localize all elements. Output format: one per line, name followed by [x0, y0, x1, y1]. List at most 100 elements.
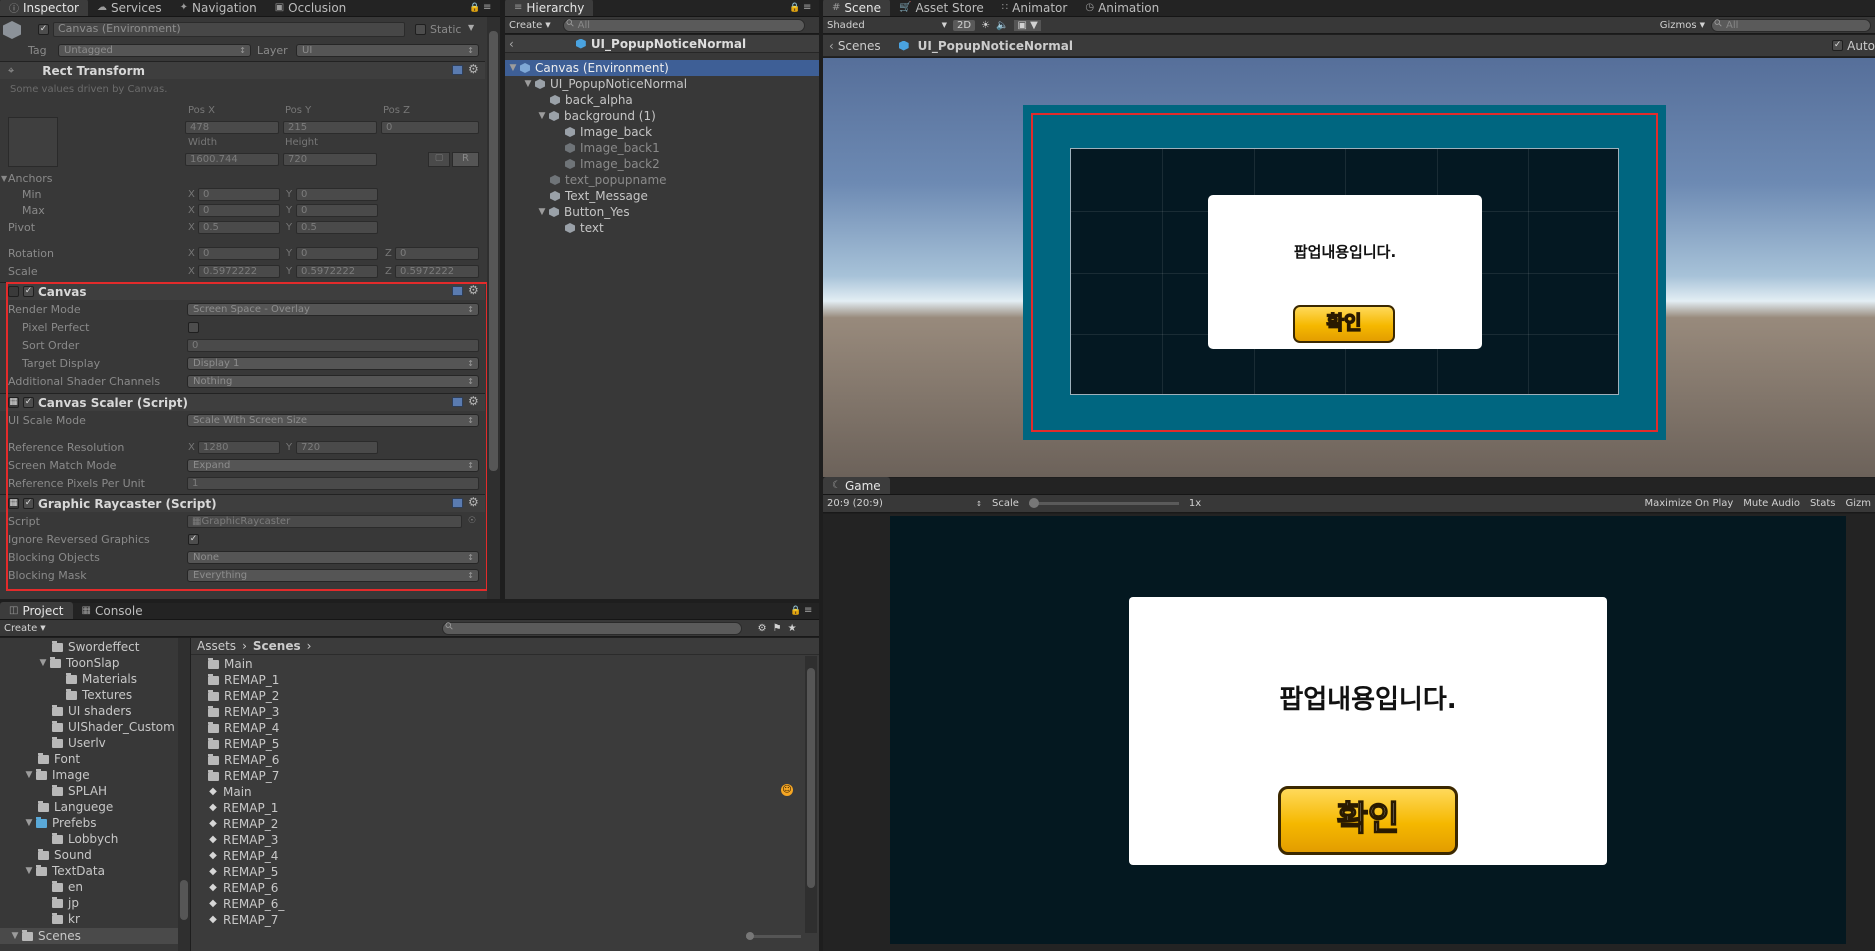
collab-badge-icon[interactable]: ☺	[781, 784, 793, 796]
lock-icon[interactable]: 🔒	[790, 606, 801, 616]
tree-item[interactable]: ▼ Image	[24, 767, 90, 783]
scale-slider-thumb[interactable]	[1028, 498, 1039, 508]
object-name-field[interactable]: Canvas (Environment)	[53, 22, 405, 37]
file-item[interactable]: ◆ Main	[208, 784, 252, 800]
game-viewport[interactable]: 팝업내용입니다. 확인	[890, 516, 1846, 944]
tab-animation[interactable]: ◷ Animation	[1076, 0, 1168, 16]
foldout-arrow-icon[interactable]: ▼	[24, 866, 34, 876]
mute-audio-toggle[interactable]: Mute Audio	[1743, 498, 1800, 509]
file-item[interactable]: ◆ REMAP_6_	[208, 896, 284, 912]
audio-toggle-icon[interactable]: 🔈	[996, 20, 1008, 31]
inspector-scrollbar[interactable]	[487, 17, 500, 599]
pos-y-field[interactable]: 215	[283, 121, 377, 134]
foldout-arrow-icon[interactable]: ▼	[24, 770, 34, 780]
rect-transform-header[interactable]: ⌖ Rect Transform	[0, 61, 485, 79]
tree-item[interactable]: Materials	[66, 671, 137, 687]
icon-size-slider[interactable]	[746, 932, 801, 940]
project-create-dropdown[interactable]: Create ▼	[4, 623, 46, 634]
scene-viewport[interactable]: 팝업내용입니다. 확인	[823, 58, 1875, 477]
hierarchy-scene-header[interactable]: ‹ UI_PopupNoticeNormal	[505, 35, 819, 53]
width-field[interactable]: 1600.744	[185, 153, 279, 166]
file-item[interactable]: ◆ REMAP_2	[208, 816, 278, 832]
settings-gear-icon[interactable]: ⚙	[468, 62, 479, 76]
tab-game[interactable]: ☾ Game	[823, 477, 890, 494]
tree-item[interactable]: ▼ Prefebs	[24, 815, 97, 831]
file-item[interactable]: REMAP_4	[208, 720, 279, 736]
anchor-min-y-field[interactable]: 0	[296, 188, 378, 201]
tree-scrollbar[interactable]	[178, 638, 190, 951]
hierarchy-item[interactable]: ▼ background (1)	[505, 108, 819, 124]
tree-item[interactable]: kr	[52, 911, 80, 927]
file-item[interactable]: REMAP_5	[208, 736, 279, 752]
tree-item[interactable]: ▼ ToonSlap	[38, 655, 120, 671]
2d-toggle[interactable]: 2D	[953, 19, 976, 31]
tree-item[interactable]: Font	[38, 751, 80, 767]
lighting-toggle-icon[interactable]: ☀	[981, 20, 990, 31]
panel-menu-icon[interactable]: ≡	[803, 2, 811, 13]
aspect-ratio-dropdown[interactable]: 20:9 (20:9) ↕	[827, 498, 982, 509]
tab-navigation[interactable]: ✦ Navigation	[171, 0, 266, 16]
tree-item[interactable]: ▼ Scenes	[0, 928, 178, 944]
static-dropdown-icon[interactable]: ▼	[468, 23, 474, 32]
pos-z-field[interactable]: 0	[381, 121, 479, 134]
tab-hierarchy[interactable]: ≡ Hierarchy	[505, 0, 594, 16]
create-dropdown[interactable]: Create ▼	[509, 20, 551, 31]
hierarchy-item[interactable]: ▼ UI_PopupNoticeNormal	[505, 76, 819, 92]
tree-item[interactable]: SPLAH	[52, 783, 107, 799]
tab-console[interactable]: ▦ Console	[73, 602, 152, 619]
tree-item[interactable]: UIShader_Custom	[52, 719, 175, 735]
stats-toggle[interactable]: Stats	[1810, 498, 1836, 509]
foldout-arrow-icon[interactable]: ▼	[10, 931, 20, 941]
panel-menu-icon[interactable]: ≡	[804, 605, 812, 616]
effects-dropdown-icon[interactable]: ▣ ▼	[1014, 19, 1041, 31]
breadcrumb-scenes[interactable]: Scenes	[838, 39, 881, 53]
tree-item[interactable]: Swordeffect	[52, 639, 139, 655]
file-item[interactable]: ◆ REMAP_3	[208, 832, 278, 848]
static-checkbox[interactable]	[415, 24, 426, 35]
anchor-min-x-field[interactable]: 0	[198, 188, 280, 201]
tree-item[interactable]: Lobbych	[52, 831, 118, 847]
hierarchy-item[interactable]: Image_back	[505, 124, 819, 140]
breadcrumb-scenes-folder[interactable]: Scenes	[253, 639, 301, 653]
auto-save-checkbox[interactable]: ✓	[1832, 40, 1844, 51]
hierarchy-item[interactable]: ▼ Button_Yes	[505, 204, 819, 220]
file-item[interactable]: ◆ REMAP_5	[208, 864, 278, 880]
back-arrow-icon[interactable]: ‹	[509, 37, 514, 51]
files-scrollbar[interactable]	[805, 656, 817, 933]
hierarchy-item[interactable]: text_popupname	[505, 172, 819, 188]
tab-scene[interactable]: # Scene	[823, 0, 890, 16]
scene-search-input[interactable]: All	[1711, 18, 1871, 32]
pos-x-field[interactable]: 478	[185, 121, 279, 134]
rotation-y-field[interactable]: 0	[296, 247, 378, 260]
gizmos-dropdown[interactable]: Gizmos ▼	[1660, 20, 1705, 31]
raw-edit-button[interactable]: R	[452, 152, 479, 167]
project-search-input[interactable]	[441, 621, 742, 635]
file-item[interactable]: ◆ REMAP_4	[208, 848, 278, 864]
foldout-arrow-icon[interactable]: ▼	[523, 79, 533, 89]
foldout-arrow-icon[interactable]: ▼	[508, 63, 518, 73]
file-item[interactable]: REMAP_6	[208, 752, 279, 768]
breadcrumb-assets[interactable]: Assets	[197, 639, 236, 653]
hierarchy-item[interactable]: Image_back2	[505, 156, 819, 172]
breadcrumb-back-icon[interactable]: ‹	[829, 39, 834, 53]
file-item[interactable]: ◆ REMAP_7	[208, 912, 278, 928]
foldout-arrow-icon[interactable]: ▼	[537, 111, 547, 121]
file-item[interactable]: REMAP_7	[208, 768, 279, 784]
filter-label-icon[interactable]: ⚑	[773, 623, 782, 634]
tag-dropdown[interactable]: Untagged	[58, 44, 251, 57]
layer-dropdown[interactable]: UI	[296, 44, 479, 57]
file-item[interactable]: REMAP_1	[208, 672, 279, 688]
file-item[interactable]: ◆ REMAP_1	[208, 800, 278, 816]
lock-icon[interactable]: 🔒	[469, 3, 480, 13]
shading-mode-dropdown[interactable]: Shaded ▼	[827, 20, 947, 31]
tree-item[interactable]: UI shaders	[52, 703, 132, 719]
tab-services[interactable]: ☁ Services	[88, 0, 171, 16]
file-item[interactable]: REMAP_2	[208, 688, 279, 704]
height-field[interactable]: 720	[283, 153, 377, 166]
tree-item[interactable]: Userlv	[52, 735, 106, 751]
icon-size-slider-thumb[interactable]	[746, 932, 754, 940]
blueprint-button[interactable]: ▢	[428, 152, 450, 167]
favorite-star-icon[interactable]: ★	[788, 623, 797, 634]
hierarchy-item[interactable]: Text_Message	[505, 188, 819, 204]
scale-y-field[interactable]: 0.5972222	[296, 265, 378, 278]
